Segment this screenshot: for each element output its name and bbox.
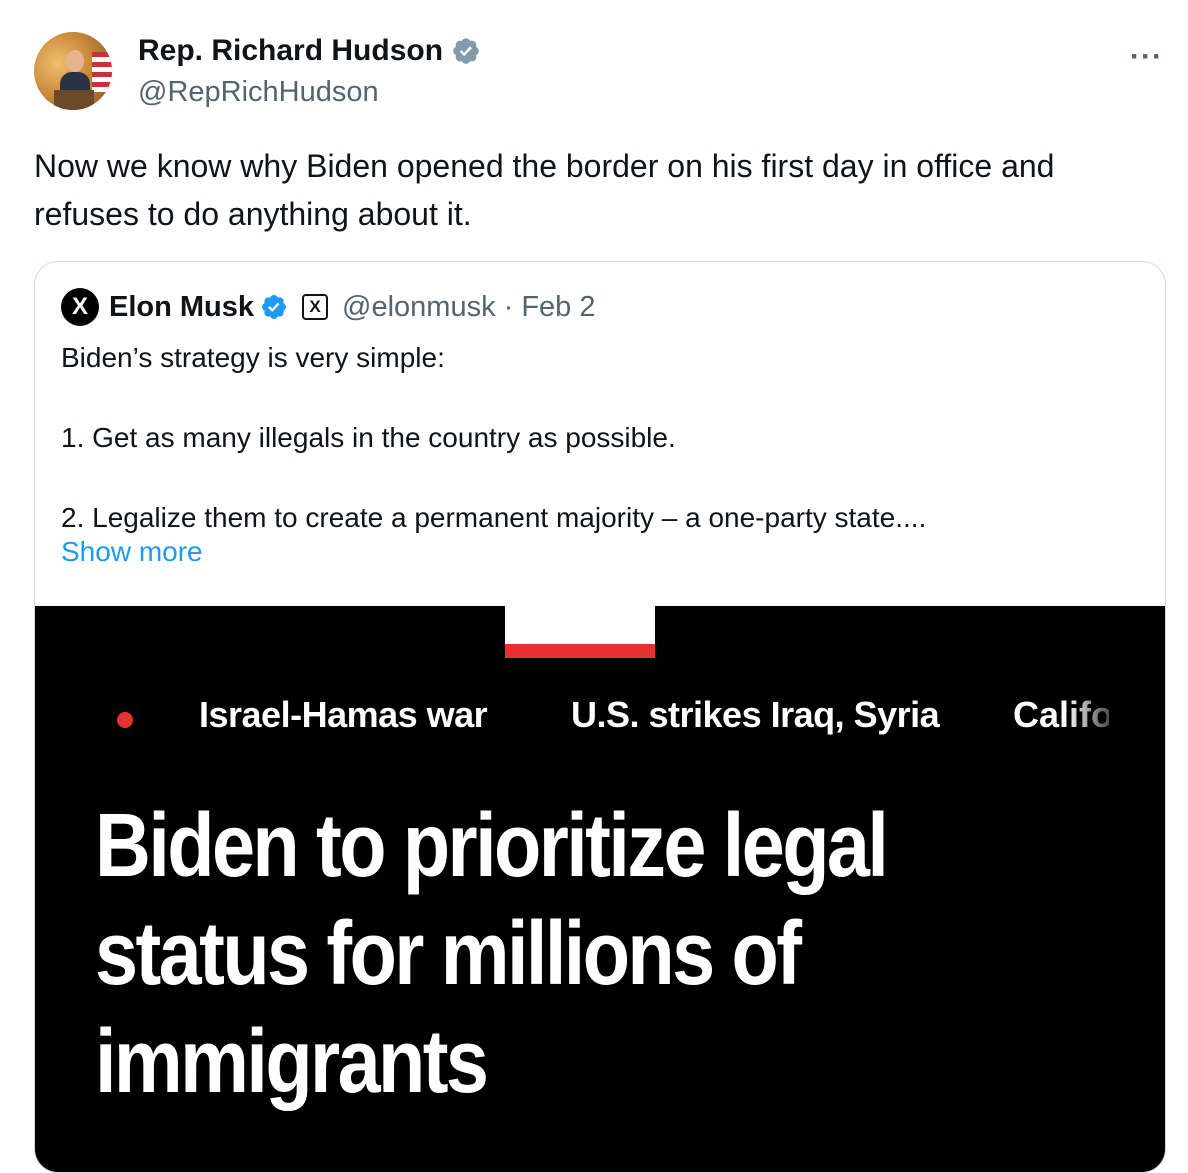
avatar-podium: [54, 90, 94, 110]
quoted-text-line: 1. Get as many illegals in the country a…: [61, 422, 676, 453]
author-handle[interactable]: @RepRichHudson: [138, 76, 379, 109]
author-avatar[interactable]: [34, 32, 112, 110]
quoted-tweet-header: X Elon Musk X @elonmusk · Feb 2: [61, 288, 596, 326]
quoted-tweet-card[interactable]: X Elon Musk X @elonmusk · Feb 2 Biden’s …: [34, 261, 1166, 1173]
x-logo-avatar-icon[interactable]: X: [61, 288, 99, 326]
flag-shape: [92, 52, 112, 92]
author-name-text[interactable]: Rep. Richard Hudson: [138, 34, 443, 68]
quoted-handle-date[interactable]: @elonmusk · Feb 2: [342, 291, 595, 324]
tweet-text-line: refuses to do anything about it.: [34, 196, 472, 232]
quoted-display-name[interactable]: Elon Musk: [109, 291, 254, 324]
media-headline: Biden to prioritize legal status for mil…: [95, 792, 1041, 1116]
verified-badge-icon: [262, 295, 286, 319]
headline-line: Biden to prioritize legal: [95, 796, 889, 896]
more-options-icon[interactable]: ···: [1130, 40, 1163, 74]
verified-badge-icon: [453, 38, 479, 64]
quoted-text-line: 2. Legalize them to create a permanent m…: [61, 502, 927, 533]
author-display-name[interactable]: Rep. Richard Hudson: [138, 34, 481, 68]
headline-line: status for millions of: [95, 904, 802, 1004]
show-more-link[interactable]: Show more: [61, 536, 203, 568]
headline-line: immigrants: [95, 1012, 489, 1112]
x-affiliate-badge-icon: X: [302, 294, 329, 320]
quoted-media-image[interactable]: Israel-Hamas war U.S. strikes Iraq, Syri…: [35, 606, 1165, 1172]
media-topic: Califo: [1013, 694, 1109, 735]
avatar-person-head: [66, 50, 84, 72]
media-topic: Israel-Hamas war: [199, 694, 488, 735]
quoted-text-line: Biden’s strategy is very simple:: [61, 342, 445, 373]
tweet-text-line: Now we know why Biden opened the border …: [34, 148, 1055, 184]
media-topic: U.S. strikes Iraq, Syria: [571, 694, 940, 735]
live-dot-icon: [117, 712, 133, 728]
media-red-accent: [505, 644, 655, 658]
tweet-text: Now we know why Biden opened the border …: [34, 142, 1164, 238]
quoted-tweet-text: Biden’s strategy is very simple: 1. Get …: [61, 338, 1141, 538]
